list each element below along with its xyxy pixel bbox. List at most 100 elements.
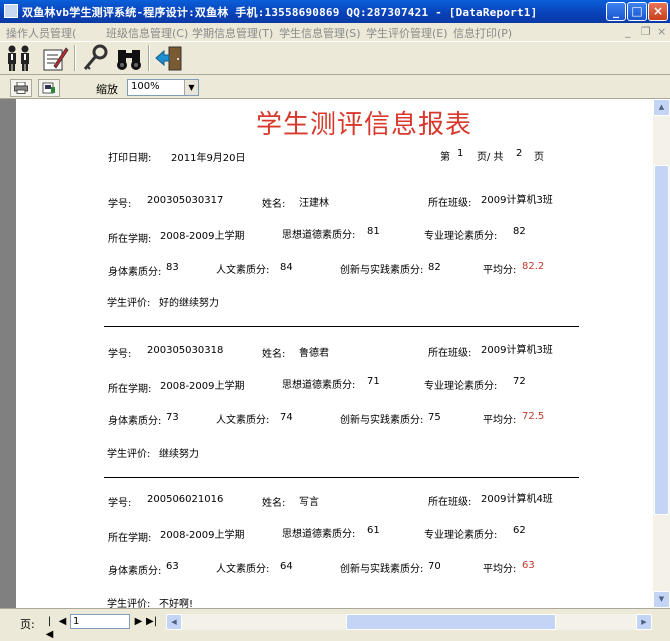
print-button[interactable] bbox=[10, 79, 32, 97]
moral-value: 71 bbox=[367, 376, 380, 387]
first-page-button[interactable]: |◀ bbox=[44, 615, 55, 640]
scroll-up-button[interactable]: ▲ bbox=[653, 99, 670, 116]
report-title: 学生测评信息报表 bbox=[256, 110, 473, 140]
menu-info-print[interactable]: 信息打印(P) bbox=[453, 25, 512, 41]
zoom-select[interactable]: 100% ▼ bbox=[127, 79, 199, 96]
physical-label: 身体素质分: bbox=[108, 566, 162, 577]
vertical-scroll-thumb[interactable] bbox=[654, 165, 669, 515]
users-icon bbox=[8, 45, 29, 71]
physical-value: 63 bbox=[166, 561, 179, 572]
class-value: 2009计算机4班 bbox=[481, 494, 553, 505]
innovation-label: 创新与实践素质分: bbox=[340, 415, 424, 426]
professional-label: 专业理论素质分: bbox=[424, 381, 498, 392]
menu-bar: 操作人员管理( 班级信息管理(C) 学期信息管理(T) 学生信息管理(S) 学生… bbox=[0, 23, 670, 41]
page-number-input[interactable]: 1 bbox=[70, 614, 130, 629]
evaluation-label: 学生评价: bbox=[107, 449, 151, 460]
humanity-label: 人文素质分: bbox=[216, 265, 270, 276]
average-label: 平均分: bbox=[483, 265, 517, 276]
professional-label: 专业理论素质分: bbox=[424, 231, 498, 242]
term-label: 所在学期: bbox=[108, 384, 152, 395]
menu-class-management[interactable]: 班级信息管理(C) bbox=[106, 25, 188, 41]
last-page-button[interactable]: ▶| bbox=[146, 615, 157, 628]
mdi-restore-button[interactable]: ❐ bbox=[641, 25, 651, 38]
binoculars-button[interactable] bbox=[112, 44, 146, 72]
term-value: 2008-2009上学期 bbox=[160, 231, 245, 242]
class-value: 2009计算机3班 bbox=[481, 195, 553, 206]
scroll-left-button[interactable]: ◀ bbox=[166, 614, 182, 630]
report-toolbar: 缩放 100% ▼ bbox=[0, 77, 670, 99]
exit-door-icon bbox=[155, 46, 182, 71]
name-value: 写言 bbox=[299, 497, 319, 508]
zoom-label: 缩放 bbox=[96, 83, 118, 96]
page-info-suffix: 页 bbox=[534, 152, 544, 163]
menu-student-management[interactable]: 学生信息管理(S) bbox=[279, 25, 361, 41]
page-info-middle: 页/ 共 bbox=[477, 152, 504, 163]
window-titlebar: 双鱼林vb学生测评系统-程序设计:双鱼林 手机:13558690869 QQ:2… bbox=[0, 0, 670, 23]
menu-evaluation-management[interactable]: 学生评价管理(E) bbox=[366, 25, 448, 41]
student-no-value: 200305030317 bbox=[147, 195, 224, 206]
report-viewport: 学生测评信息报表 打印日期: 2011年9月20日 第 1 页/ 共 2 页 学… bbox=[0, 99, 653, 608]
class-label: 所在班级: bbox=[428, 497, 472, 508]
student-no-label: 学号: bbox=[108, 349, 132, 360]
scroll-down-button[interactable]: ▼ bbox=[653, 591, 670, 608]
term-label: 所在学期: bbox=[108, 234, 152, 245]
page-info-current: 1 bbox=[457, 148, 464, 159]
prev-page-button[interactable]: ◀ bbox=[57, 615, 68, 628]
zoom-value: 100% bbox=[131, 81, 160, 92]
exit-button[interactable] bbox=[152, 44, 186, 72]
mdi-minimize-button[interactable]: _ bbox=[625, 25, 631, 38]
horizontal-scrollbar[interactable]: ◀ ▶ bbox=[166, 614, 652, 630]
class-label: 所在班级: bbox=[428, 348, 472, 359]
page-info-prefix: 第 bbox=[440, 152, 450, 163]
term-value: 2008-2009上学期 bbox=[160, 381, 245, 392]
student-no-label: 学号: bbox=[108, 199, 132, 210]
innovation-value: 75 bbox=[428, 412, 441, 423]
humanity-value: 74 bbox=[280, 412, 293, 423]
evaluation-label: 学生评价: bbox=[107, 599, 151, 608]
moral-label: 思想道德素质分: bbox=[282, 380, 356, 391]
users-button[interactable] bbox=[2, 44, 36, 72]
class-value: 2009计算机3班 bbox=[481, 345, 553, 356]
record-divider bbox=[104, 326, 579, 327]
main-toolbar bbox=[0, 41, 670, 75]
maximize-button[interactable]: □ bbox=[627, 2, 647, 21]
report-navigation-bar: 页: |◀ ◀ 1 ▶ ▶| ◀ ▶ bbox=[0, 608, 670, 640]
student-no-label: 学号: bbox=[108, 498, 132, 509]
binoculars-icon bbox=[117, 50, 141, 70]
average-label: 平均分: bbox=[483, 564, 517, 575]
chevron-down-icon[interactable]: ▼ bbox=[184, 80, 198, 95]
name-label: 姓名: bbox=[262, 199, 286, 210]
mdi-close-button[interactable]: × bbox=[657, 25, 666, 38]
evaluation-value: 好的继续努力 bbox=[159, 298, 219, 309]
horizontal-scroll-thumb[interactable] bbox=[346, 614, 556, 630]
key-button[interactable] bbox=[78, 44, 112, 72]
export-button[interactable] bbox=[38, 79, 60, 97]
average-value: 72.5 bbox=[522, 411, 545, 422]
name-value: 汪建林 bbox=[299, 198, 329, 209]
vertical-scrollbar[interactable]: ▲ ▼ bbox=[653, 99, 670, 608]
physical-label: 身体素质分: bbox=[108, 267, 162, 278]
average-label: 平均分: bbox=[483, 415, 517, 426]
innovation-value: 82 bbox=[428, 262, 441, 273]
menu-term-management[interactable]: 学期信息管理(T) bbox=[192, 25, 273, 41]
close-button[interactable]: × bbox=[648, 2, 668, 21]
edit-document-button[interactable] bbox=[38, 44, 72, 72]
edit-document-icon bbox=[43, 47, 69, 71]
print-date-label: 打印日期: bbox=[108, 153, 152, 164]
menu-operator-management[interactable]: 操作人员管理( bbox=[6, 25, 76, 41]
average-value: 63 bbox=[522, 560, 535, 571]
scroll-right-button[interactable]: ▶ bbox=[636, 614, 652, 630]
name-value: 鲁德君 bbox=[299, 348, 329, 359]
professional-value: 72 bbox=[513, 376, 526, 387]
report-page: 学生测评信息报表 打印日期: 2011年9月20日 第 1 页/ 共 2 页 学… bbox=[16, 99, 653, 608]
minimize-button[interactable]: _ bbox=[606, 2, 626, 21]
next-page-button[interactable]: ▶ bbox=[133, 615, 144, 628]
physical-label: 身体素质分: bbox=[108, 416, 162, 427]
humanity-label: 人文素质分: bbox=[216, 415, 270, 426]
page-info-total: 2 bbox=[516, 148, 523, 159]
student-no-value: 200506021016 bbox=[147, 494, 224, 505]
professional-label: 专业理论素质分: bbox=[424, 530, 498, 541]
app-icon[interactable] bbox=[4, 4, 18, 18]
evaluation-label: 学生评价: bbox=[107, 298, 151, 309]
page-label: 页: bbox=[20, 618, 35, 631]
